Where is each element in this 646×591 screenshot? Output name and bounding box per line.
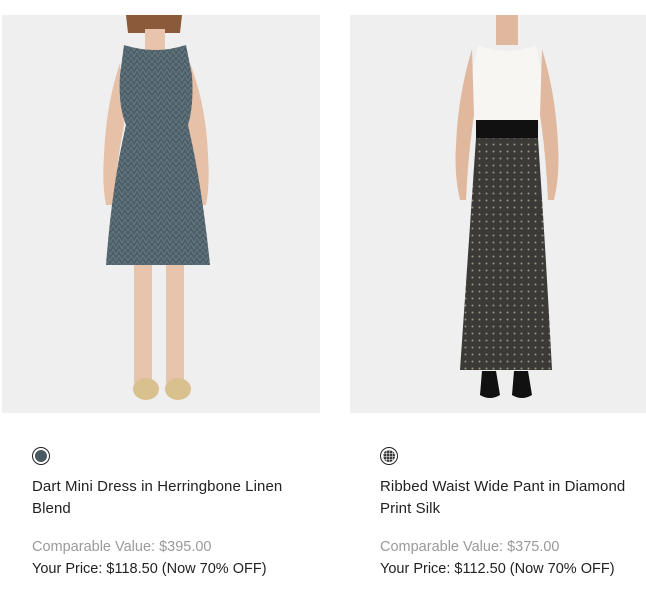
product-title[interactable]: Ribbed Waist Wide Pant in Diamond Print … bbox=[380, 476, 646, 520]
your-price: Your Price: $118.50 (Now 70% OFF) bbox=[32, 561, 267, 577]
pant-model-illustration bbox=[455, 15, 559, 398]
your-price: Your Price: $112.50 (Now 70% OFF) bbox=[380, 561, 615, 577]
product-image-pant[interactable] bbox=[350, 15, 646, 413]
product-title[interactable]: Dart Mini Dress in Herringbone Linen Ble… bbox=[32, 476, 302, 520]
color-swatch-fill bbox=[383, 450, 395, 462]
color-swatch[interactable] bbox=[380, 447, 398, 465]
product-card[interactable]: Dart Mini Dress in Herringbone Linen Ble… bbox=[2, 15, 320, 577]
comparable-value: Comparable Value: $395.00 bbox=[32, 539, 212, 555]
dress-model-illustration bbox=[103, 15, 210, 400]
color-swatch-fill bbox=[35, 450, 47, 462]
product-image-dress[interactable] bbox=[2, 15, 320, 413]
product-card[interactable]: Ribbed Waist Wide Pant in Diamond Print … bbox=[350, 15, 646, 577]
comparable-value: Comparable Value: $375.00 bbox=[380, 539, 560, 555]
color-swatch[interactable] bbox=[32, 447, 50, 465]
